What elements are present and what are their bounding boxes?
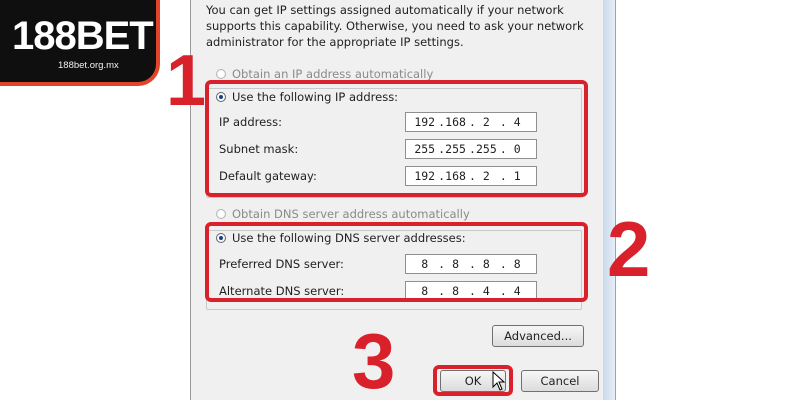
radio-icon	[216, 209, 226, 219]
step-number-3: 3	[352, 317, 396, 405]
dialog-frame-edge	[603, 0, 616, 400]
step-number-2: 2	[607, 205, 651, 293]
radio-icon	[216, 69, 226, 79]
intro-text: You can get IP settings assigned automat…	[206, 3, 584, 49]
step-number-1: 1	[166, 41, 207, 121]
highlight-ip-section	[205, 80, 588, 197]
obtain-dns-auto-label: Obtain DNS server address automatically	[232, 207, 470, 221]
obtain-ip-auto-radio[interactable]: Obtain an IP address automatically	[216, 67, 433, 81]
logo-main-text: 188BET	[12, 14, 154, 59]
brand-logo: 188BET 188bet.org.mx	[0, 0, 160, 86]
highlight-dns-section	[205, 222, 588, 302]
mouse-cursor-icon	[492, 371, 506, 391]
logo-main: 188BET	[12, 14, 154, 58]
advanced-button[interactable]: Advanced...	[492, 325, 584, 347]
obtain-ip-auto-label: Obtain an IP address automatically	[232, 67, 434, 81]
logo-subtext: 188bet.org.mx	[58, 60, 119, 71]
obtain-dns-auto-radio[interactable]: Obtain DNS server address automatically	[216, 207, 470, 221]
cancel-button[interactable]: Cancel	[521, 370, 599, 392]
background	[615, 0, 800, 400]
